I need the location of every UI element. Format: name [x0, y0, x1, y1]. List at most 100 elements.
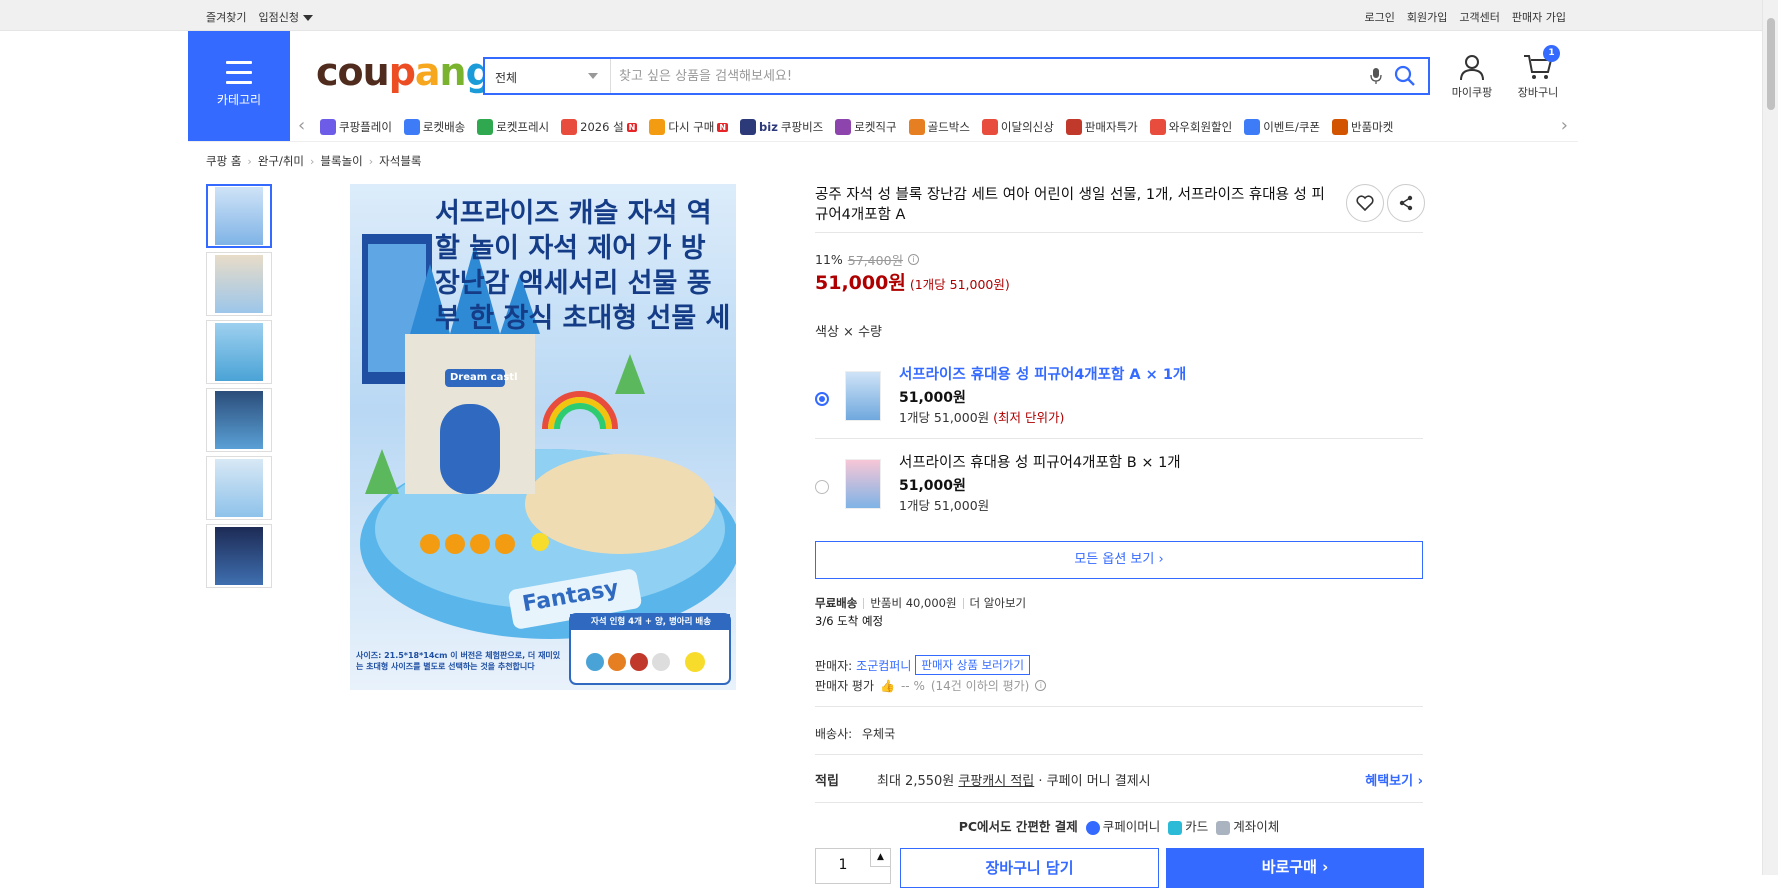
thumbnail-list: [206, 184, 272, 592]
new-badge: N: [626, 122, 638, 132]
favorites-link[interactable]: 즐겨찾기: [206, 9, 246, 25]
nav-item[interactable]: 쿠팡플레이: [320, 117, 392, 137]
quantity-stepper[interactable]: 1 ▲: [815, 848, 891, 884]
wishlist-button[interactable]: [1346, 184, 1384, 222]
share-icon: [1399, 195, 1413, 211]
benefits-link[interactable]: 혜택보기 ›: [1365, 770, 1423, 789]
buy-now-button[interactable]: 바로구매 ›: [1166, 848, 1424, 888]
nav-item[interactable]: 2026 설N: [561, 117, 638, 137]
breadcrumb-toys[interactable]: 완구/취미: [258, 153, 304, 169]
quantity-value[interactable]: 1: [816, 857, 870, 873]
coupay-money-method: 쿠페이머니: [1085, 816, 1161, 835]
nav-next-arrow-icon[interactable]: ›: [1561, 115, 1568, 136]
nav-item[interactable]: 로켓직구: [835, 117, 897, 137]
nav-item[interactable]: 로켓프레시: [477, 117, 549, 137]
seller-rating-row: 판매자 평가 👍 -- % (14건 이하의 평가) i: [815, 677, 1047, 694]
add-to-cart-button[interactable]: 장바구니 담기: [900, 848, 1159, 888]
nav-item[interactable]: 반품마켓: [1331, 117, 1393, 137]
coupang-logo[interactable]: coupang: [316, 50, 493, 94]
original-price: 57,400원: [847, 253, 904, 268]
discount-row: 11% 57,400원 i: [815, 250, 920, 269]
thumbnail-3[interactable]: [206, 320, 272, 384]
image-headline: 서프라이즈 캐슬 자석 역할 놀이 자석 제어 가 방 장난감 액세서리 선물 …: [435, 198, 731, 334]
nav-item-icon: [908, 119, 925, 135]
search-scope-select[interactable]: 전체: [485, 59, 611, 93]
quantity-up-icon[interactable]: ▲: [870, 849, 890, 867]
learn-more-link[interactable]: 더 알아보기: [970, 595, 1027, 611]
nav-item[interactable]: 이벤트/쿠폰: [1244, 117, 1320, 137]
category-button[interactable]: 카테고리: [188, 31, 290, 141]
option-item-a[interactable]: 서프라이즈 휴대용 성 피규어4개포함 A × 1개 51,000원 1개당 5…: [815, 359, 1423, 447]
cart-count-badge: 1: [1543, 45, 1560, 62]
nav-item[interactable]: 골드박스: [908, 117, 970, 137]
customer-center-link[interactable]: 고객센터: [1459, 9, 1499, 25]
thumbnail-1[interactable]: [206, 184, 272, 248]
nav-item-label: 쿠팡비즈: [780, 120, 824, 134]
page-scrollbar[interactable]: [1762, 0, 1778, 875]
option-b-image: [845, 459, 881, 509]
seller-row: 판매자: 조군컴퍼니 판매자 상품 보러가기: [815, 655, 1030, 675]
info-icon[interactable]: i: [1035, 680, 1047, 691]
seller-apply-link[interactable]: 입점신청: [258, 9, 313, 25]
return-fee: 반품비 40,000원: [870, 596, 957, 610]
thumbnail-4[interactable]: [206, 388, 272, 452]
nav-item-label: 이벤트/쿠폰: [1263, 120, 1320, 134]
nav-item[interactable]: 다시 구매 N: [649, 117, 729, 137]
main-product-image[interactable]: 서프라이즈 캐슬 자석 역할 놀이 자석 제어 가 방 장난감 액세서리 선물 …: [350, 184, 736, 690]
share-button[interactable]: [1387, 184, 1425, 222]
login-link[interactable]: 로그인: [1365, 9, 1395, 25]
coupang-cash-link[interactable]: 쿠팡캐시 적립: [958, 774, 1034, 789]
seller-products-button[interactable]: 판매자 상품 보러가기: [915, 655, 1030, 675]
image-note: 사이즈: 21.5*18*14cm 이 버전은 체험판으로, 더 재미있는 초대…: [356, 651, 561, 671]
nav-prev-arrow-icon[interactable]: ‹: [298, 115, 305, 136]
nav-item-icon: [1065, 119, 1082, 135]
microphone-icon[interactable]: [1370, 67, 1382, 88]
card-label: 카드: [1185, 819, 1209, 834]
nav-item-icon: [1149, 119, 1166, 135]
thumbnail-2[interactable]: [206, 252, 272, 316]
info-icon[interactable]: i: [908, 254, 920, 265]
search-input[interactable]: [619, 65, 1319, 87]
cart-label: 장바구니: [1517, 86, 1559, 99]
search-icon[interactable]: [1394, 65, 1416, 90]
all-options-button[interactable]: 모든 옵션 보기 ›: [815, 541, 1423, 579]
nav-item[interactable]: biz 쿠팡비즈: [740, 117, 823, 137]
heart-icon: [1356, 195, 1374, 211]
nav-item[interactable]: 로켓배송: [403, 117, 465, 137]
nav-item[interactable]: 와우회원할인: [1149, 117, 1232, 137]
payment-title: PC에서도 간편한 결제: [958, 819, 1078, 834]
cart-button[interactable]: 장바구니 1: [1508, 45, 1568, 100]
product-title: 공주 자석 성 블록 장난감 세트 여아 어린이 생일 선물, 1개, 서프라이…: [815, 187, 1325, 223]
breadcrumb-magnet-blocks[interactable]: 자석블록: [379, 153, 421, 169]
nav-item[interactable]: 판매자특가: [1065, 117, 1138, 137]
divider: [815, 706, 1423, 707]
nav-item-label: 로켓직구: [854, 120, 897, 134]
lowest-unit-price-label: (최저 단위가): [993, 410, 1065, 425]
nav-item-label: 골드박스: [927, 120, 970, 134]
nav-item[interactable]: 이달의신상: [981, 117, 1054, 137]
nav-item-label: 2026 설: [580, 120, 624, 134]
seller-signup-link[interactable]: 판매자 가입: [1512, 9, 1566, 25]
nav-item-label: 다시 구매: [668, 120, 715, 134]
card-method: 카드: [1168, 816, 1208, 835]
signup-link[interactable]: 회원가입: [1407, 9, 1447, 25]
scrollbar-thumb[interactable]: [1767, 18, 1775, 110]
my-coupang-button[interactable]: 마이쿠팡: [1442, 53, 1502, 100]
option-b-radio[interactable]: [815, 480, 829, 494]
breadcrumb-blocks[interactable]: 블록놀이: [320, 153, 362, 169]
hamburger-icon: [226, 61, 252, 84]
carrier-label: 배송사:: [815, 727, 853, 741]
free-shipping-label: 무료배송: [815, 596, 858, 610]
coupay-label: 쿠페이머니: [1102, 819, 1161, 834]
my-coupang-label: 마이쿠팡: [1451, 86, 1493, 99]
thumbnail-6[interactable]: [206, 524, 272, 588]
nav-item-icon: [1331, 119, 1348, 135]
seller-name-link[interactable]: 조군컴퍼니: [856, 657, 911, 674]
option-a-radio[interactable]: [815, 392, 829, 406]
carrier-name: 우체국: [862, 727, 896, 741]
coupay-icon: [1085, 820, 1100, 835]
top-utility-bar: 즐겨찾기 입점신청 로그인 회원가입 고객센터 판매자 가입: [0, 0, 1778, 31]
thumbnail-5[interactable]: [206, 456, 272, 520]
breadcrumb-home[interactable]: 쿠팡 홈: [206, 153, 241, 169]
option-item-b[interactable]: 서프라이즈 휴대용 성 피규어4개포함 B × 1개 51,000원 1개당 5…: [815, 447, 1423, 535]
